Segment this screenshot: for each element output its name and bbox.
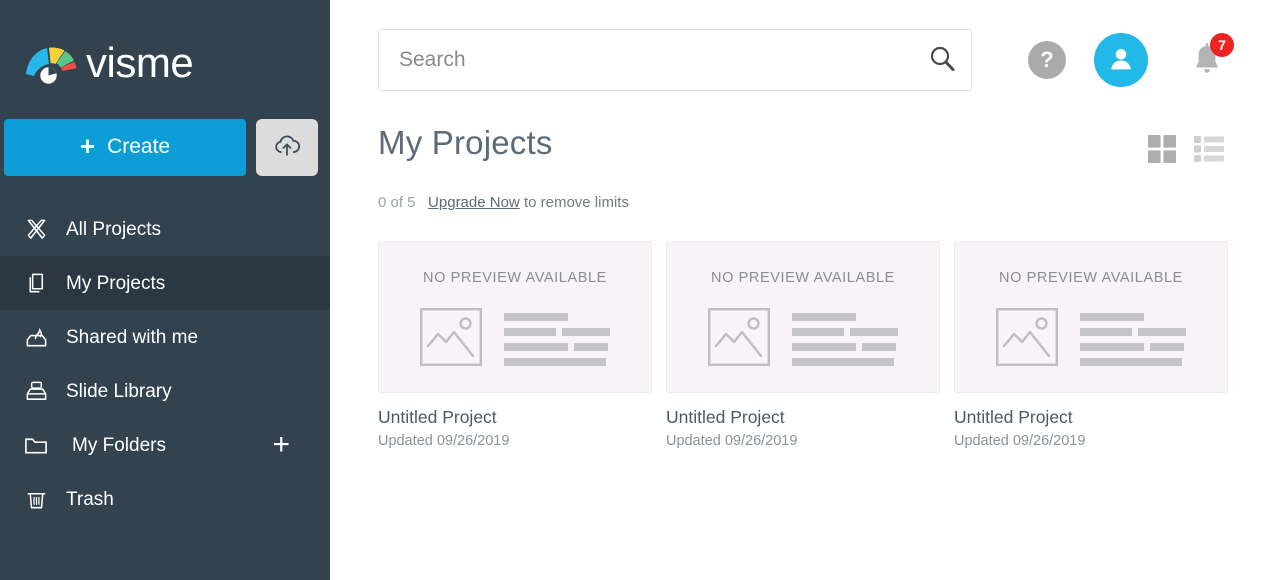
upload-button[interactable] [256, 118, 318, 176]
project-date: Updated 09/26/2019 [666, 433, 798, 449]
visme-dashboard: visme + Create All Projects My Projects … [0, 0, 1267, 580]
plus-icon: + [79, 131, 96, 161]
create-button[interactable]: + Create [4, 118, 246, 176]
no-preview-label: NO PREVIEW AVAILABLE [711, 270, 895, 286]
project-card[interactable]: NO PREVIEW AVAILABLE Untitled Project Up… [954, 241, 1228, 449]
sidebar-nav: All Projects My Projects Shared with me … [0, 202, 330, 526]
no-preview-label: NO PREVIEW AVAILABLE [999, 270, 1183, 286]
no-preview-label: NO PREVIEW AVAILABLE [423, 270, 607, 286]
crossed-tools-icon [20, 214, 52, 244]
grid-view-button[interactable] [1147, 134, 1177, 164]
page-title: My Projects [378, 124, 553, 161]
preview-placeholder [708, 308, 898, 371]
sidebar-item-my-projects[interactable]: My Projects [0, 256, 330, 310]
project-title: Untitled Project [954, 407, 1073, 427]
sidebar-item-label: My Projects [66, 272, 166, 294]
list-view-icon [1193, 136, 1225, 167]
cloud-upload-icon [272, 133, 302, 162]
list-view-button[interactable] [1193, 134, 1225, 164]
search-input[interactable] [378, 29, 972, 91]
preview-placeholder [420, 308, 610, 371]
slide-library-icon [20, 376, 52, 406]
top-bar: ? 7 [378, 0, 1267, 120]
trash-icon [20, 484, 52, 514]
sidebar-item-trash[interactable]: Trash [0, 472, 330, 526]
project-card[interactable]: NO PREVIEW AVAILABLE Untitled Project Up… [666, 241, 940, 449]
search-button[interactable] [926, 44, 958, 76]
sidebar-item-shared-with-me[interactable]: Shared with me [0, 310, 330, 364]
project-preview: NO PREVIEW AVAILABLE [666, 241, 940, 393]
sidebar-actions: + Create [0, 114, 330, 180]
image-placeholder-icon [996, 308, 1058, 371]
project-date: Updated 09/26/2019 [378, 433, 510, 449]
image-placeholder-icon [420, 308, 482, 371]
project-card[interactable]: NO PREVIEW AVAILABLE Untitled Project Up… [378, 241, 652, 449]
brand-logo[interactable]: visme [0, 0, 330, 104]
bell-icon [1186, 43, 1228, 85]
project-preview: NO PREVIEW AVAILABLE [954, 241, 1228, 393]
notifications-button[interactable]: 7 [1186, 33, 1234, 81]
user-avatar-icon [1105, 43, 1137, 78]
shared-inbox-icon [20, 322, 52, 352]
sidebar-item-all-projects[interactable]: All Projects [0, 202, 330, 256]
preview-text-lines [792, 313, 898, 366]
limits-suffix: to remove limits [523, 194, 629, 211]
search-icon [927, 44, 957, 77]
search-bar [378, 29, 972, 91]
sidebar-item-label: Slide Library [66, 380, 172, 402]
project-title: Untitled Project [378, 407, 497, 427]
grid-view-icon [1147, 135, 1177, 167]
folder-icon [20, 430, 52, 460]
page-header: My Projects [378, 126, 1267, 164]
view-toggle [1147, 126, 1225, 164]
project-title: Untitled Project [666, 407, 785, 427]
plan-limits: 0 of 5 Upgrade Now to remove limits [378, 194, 1267, 211]
brand-name: visme [86, 39, 194, 86]
project-date: Updated 09/26/2019 [954, 433, 1086, 449]
sidebar: visme + Create All Projects My Projects … [0, 0, 340, 580]
create-button-label: Create [107, 135, 171, 158]
question-mark-icon: ? [1040, 47, 1054, 72]
notification-badge: 7 [1210, 33, 1234, 57]
sidebar-item-label: Shared with me [66, 326, 199, 348]
upgrade-now-link[interactable]: Upgrade Now [428, 194, 520, 211]
preview-text-lines [504, 313, 610, 366]
project-count: 0 of 5 [378, 194, 416, 211]
visme-fan-logo-icon [22, 40, 80, 86]
avatar[interactable] [1094, 33, 1148, 87]
sidebar-item-slide-library[interactable]: Slide Library [0, 364, 330, 418]
sidebar-item-label: All Projects [66, 218, 162, 240]
documents-stack-icon [20, 268, 52, 298]
preview-text-lines [1080, 313, 1186, 366]
main-content: ? 7 [330, 0, 1267, 580]
add-folder-button[interactable]: + [272, 430, 290, 460]
sidebar-item-label: My Folders [72, 434, 166, 456]
sidebar-item-label: Trash [66, 488, 114, 510]
preview-placeholder [996, 308, 1186, 371]
projects-grid: NO PREVIEW AVAILABLE Untitled Project Up… [378, 241, 1267, 449]
help-button[interactable]: ? [1028, 41, 1066, 79]
image-placeholder-icon [708, 308, 770, 371]
project-preview: NO PREVIEW AVAILABLE [378, 241, 652, 393]
sidebar-item-my-folders[interactable]: My Folders + [0, 418, 330, 472]
